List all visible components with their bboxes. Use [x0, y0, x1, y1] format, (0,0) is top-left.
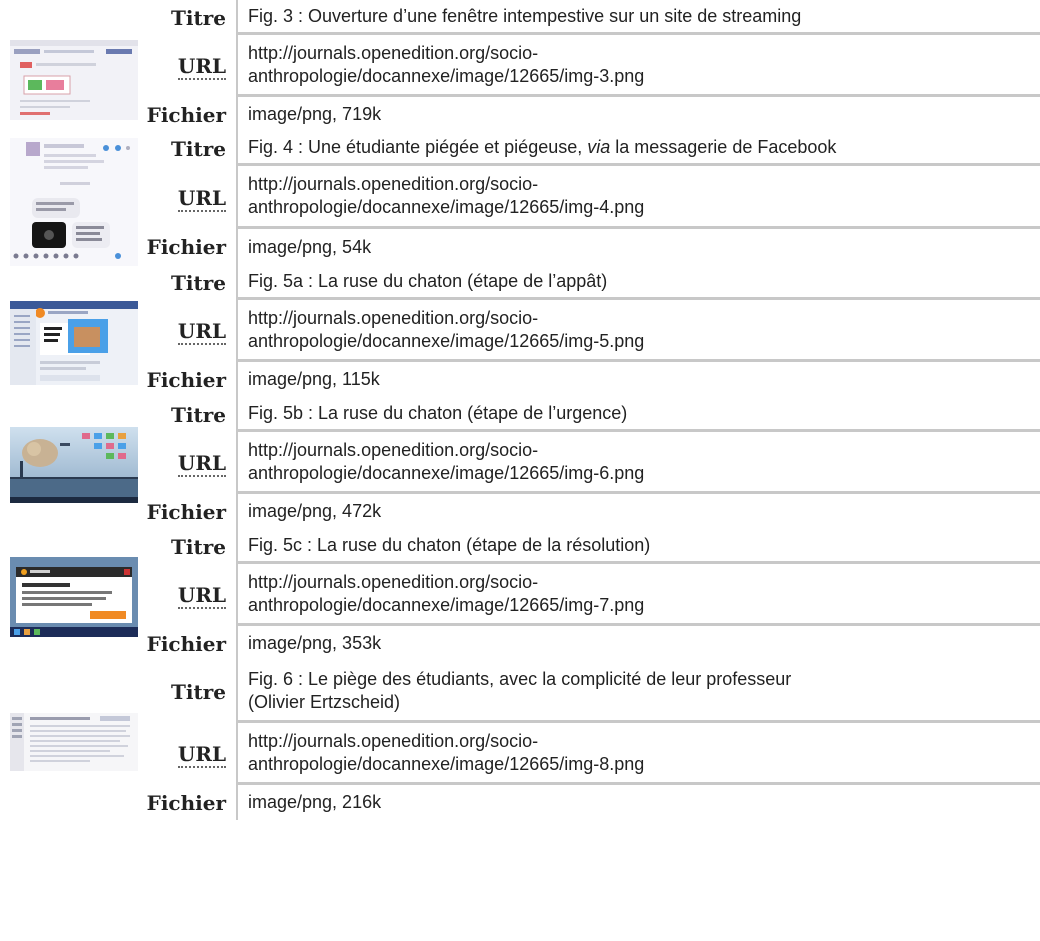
url-value-line1[interactable]: http://journals.openedition.org/socio-: [248, 731, 538, 751]
url-value[interactable]: http://journals.openedition.org/socio-an…: [236, 564, 1040, 626]
url-label-text: URL: [177, 583, 226, 609]
url-label: URL: [144, 564, 236, 626]
thumbnail-fig4-image[interactable]: [10, 138, 138, 266]
fichier-value: image/png, 719k: [236, 97, 1040, 132]
url-label-text: URL: [177, 185, 226, 212]
url-label: URL: [144, 35, 236, 97]
url-value-line2[interactable]: anthropologie/docannexe/image/12665/img-…: [248, 754, 644, 774]
url-value-line1[interactable]: http://journals.openedition.org/socio-: [248, 174, 538, 194]
url-label: URL: [144, 166, 236, 229]
url-value[interactable]: http://journals.openedition.org/socio-an…: [236, 432, 1040, 494]
url-label-text: URL: [177, 54, 226, 80]
titre-label: Titre: [171, 137, 226, 161]
titre-value-emphasis: via: [587, 137, 611, 157]
titre-label: Titre: [171, 534, 226, 559]
url-value[interactable]: http://journals.openedition.org/socio-an…: [236, 300, 1040, 362]
titre-label: Titre: [171, 270, 226, 295]
url-label: URL: [144, 432, 236, 494]
url-label: URL: [144, 300, 236, 362]
thumbnail-fig4[interactable]: [0, 132, 144, 266]
thumbnail-fig6-image[interactable]: [10, 713, 138, 771]
fichier-label: Fichier: [146, 367, 226, 392]
url-value-line2[interactable]: anthropologie/docannexe/image/12665/img-…: [248, 331, 644, 351]
url-value[interactable]: http://journals.openedition.org/socio-an…: [236, 35, 1040, 97]
fichier-label: Fichier: [146, 235, 226, 259]
image-metadata-table: Titre Fig. 3 : Ouverture d’une fenêtre i…: [0, 0, 1040, 820]
titre-value: Fig. 5b : La ruse du chaton (étape de l’…: [236, 397, 1040, 432]
fichier-value: image/png, 353k: [236, 626, 1040, 661]
url-value-line2[interactable]: anthropologie/docannexe/image/12665/img-…: [248, 66, 644, 86]
titre-value: Fig. 4 : Une étudiante piégée et piégeus…: [236, 132, 1040, 166]
titre-value: Fig. 3 : Ouverture d’une fenêtre intempe…: [236, 0, 1040, 35]
thumbnail-fig3[interactable]: [0, 0, 144, 132]
thumbnail-fig5a-image[interactable]: [10, 301, 138, 385]
titre-label: Titre: [171, 680, 226, 704]
thumbnail-fig5b[interactable]: [0, 397, 144, 529]
fichier-label: Fichier: [146, 790, 226, 815]
thumbnail-fig5a[interactable]: [0, 265, 144, 397]
url-value-line1[interactable]: http://journals.openedition.org/socio-: [248, 43, 538, 63]
titre-value: Fig. 5a : La ruse du chaton (étape de l’…: [236, 265, 1040, 300]
thumbnail-fig6[interactable]: [0, 661, 144, 820]
titre-value: Fig. 5c : La ruse du chaton (étape de la…: [236, 529, 1040, 564]
url-value[interactable]: http://journals.openedition.org/socio-an…: [236, 166, 1040, 229]
titre-value-line1: Fig. 6 : Le piège des étudiants, avec la…: [248, 668, 792, 689]
url-value-line2[interactable]: anthropologie/docannexe/image/12665/img-…: [248, 595, 644, 615]
url-value-line1[interactable]: http://journals.openedition.org/socio-: [248, 572, 538, 592]
titre-value: Fig. 6 : Le piège des étudiants, avec la…: [236, 661, 1040, 723]
url-value-line2[interactable]: anthropologie/docannexe/image/12665/img-…: [248, 463, 644, 483]
url-label-text: URL: [177, 451, 226, 477]
titre-value-part: Fig. 4 : Une étudiante piégée et piégeus…: [248, 137, 588, 157]
url-label-text: URL: [177, 742, 226, 768]
thumbnail-fig5c[interactable]: [0, 529, 144, 661]
titre-label: Titre: [171, 5, 226, 30]
thumbnail-fig5c-image[interactable]: [10, 557, 138, 637]
titre-value-line2: (Olivier Ertzscheid): [248, 691, 401, 712]
fichier-value: image/png, 115k: [236, 362, 1040, 397]
url-label: URL: [144, 723, 236, 785]
fichier-label: Fichier: [146, 499, 226, 524]
url-value-line1[interactable]: http://journals.openedition.org/socio-: [248, 440, 538, 460]
fichier-label: Fichier: [146, 102, 226, 127]
url-value-line2[interactable]: anthropologie/docannexe/image/12665/img-…: [248, 197, 644, 217]
url-value[interactable]: http://journals.openedition.org/socio-an…: [236, 723, 1040, 785]
titre-value-part: la messagerie de Facebook: [610, 137, 837, 157]
url-label-text: URL: [177, 319, 226, 345]
fichier-value: image/png, 216k: [236, 785, 1040, 820]
url-value-line1[interactable]: http://journals.openedition.org/socio-: [248, 308, 538, 328]
titre-label: Titre: [171, 402, 226, 427]
thumbnail-fig3-image[interactable]: [10, 40, 138, 120]
fichier-value: image/png, 54k: [236, 229, 1040, 265]
fichier-label: Fichier: [146, 631, 226, 656]
fichier-value: image/png, 472k: [236, 494, 1040, 529]
thumbnail-fig5b-image[interactable]: [10, 427, 138, 503]
